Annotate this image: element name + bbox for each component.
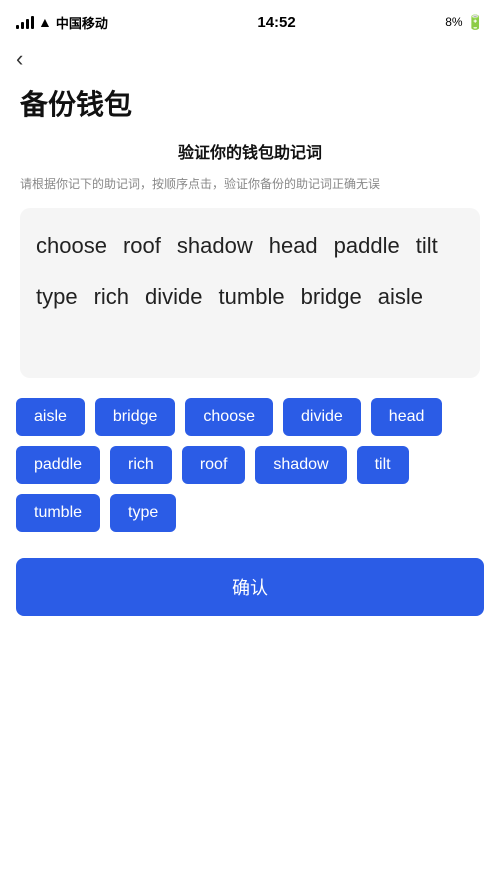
display-word-item: divide [145,279,202,314]
display-word-item: bridge [301,279,362,314]
word-button-paddle[interactable]: paddle [16,446,100,484]
display-word-item: tilt [416,228,438,263]
word-button-roof[interactable]: roof [182,446,246,484]
word-buttons-area: aisle bridge choose divide head paddle richroo… [0,394,500,548]
word-display-grid: choose roof shadow head paddle tilt type richdi… [36,228,464,322]
page-title: 备份钱包 [0,75,500,139]
section-header: 验证你的钱包助记词 [0,139,500,175]
carrier-label: 中国移动 [56,13,108,32]
display-word-item: head [269,228,318,263]
status-right: 8% 🔋 [445,14,484,31]
nav-header: ‹ [0,40,500,75]
status-left: ▲ 中国移动 [16,13,108,32]
word-button-tilt[interactable]: tilt [357,446,409,484]
display-word-item: roof [123,228,161,263]
battery-percent: 8% [445,15,462,29]
display-word-item: type [36,279,78,314]
word-button-choose[interactable]: choose [185,398,273,436]
word-button-aisle[interactable]: aisle [16,398,85,436]
status-bar: ▲ 中国移动 14:52 8% 🔋 [0,0,500,40]
time-label: 14:52 [257,14,295,31]
display-word-item: paddle [334,228,400,263]
confirm-button[interactable]: 确认 [16,558,484,616]
display-word-item: aisle [378,279,423,314]
word-button-type[interactable]: type [110,494,176,532]
wifi-icon: ▲ [38,14,52,30]
word-display-area: choose roof shadow head paddle tilt type richdi… [20,208,480,378]
display-word-item: choose [36,228,107,263]
word-button-rich[interactable]: rich [110,446,172,484]
display-word-item: shadow [177,228,253,263]
display-word-item: rich [94,279,129,314]
display-word-item: tumble [219,279,285,314]
back-button[interactable]: ‹ [16,48,23,70]
section-desc: 请根据你记下的助记词，按顺序点击，验证你备份的助记词正确无误 [0,175,500,194]
confirm-section: 确认 [0,548,500,632]
battery-icon: 🔋 [467,14,484,31]
word-button-divide[interactable]: divide [283,398,361,436]
word-button-bridge[interactable]: bridge [95,398,175,436]
word-button-tumble[interactable]: tumble [16,494,100,532]
signal-icon [16,15,34,29]
section-title: 验证你的钱包助记词 [20,139,480,163]
word-button-shadow[interactable]: shadow [255,446,346,484]
word-button-head[interactable]: head [371,398,443,436]
